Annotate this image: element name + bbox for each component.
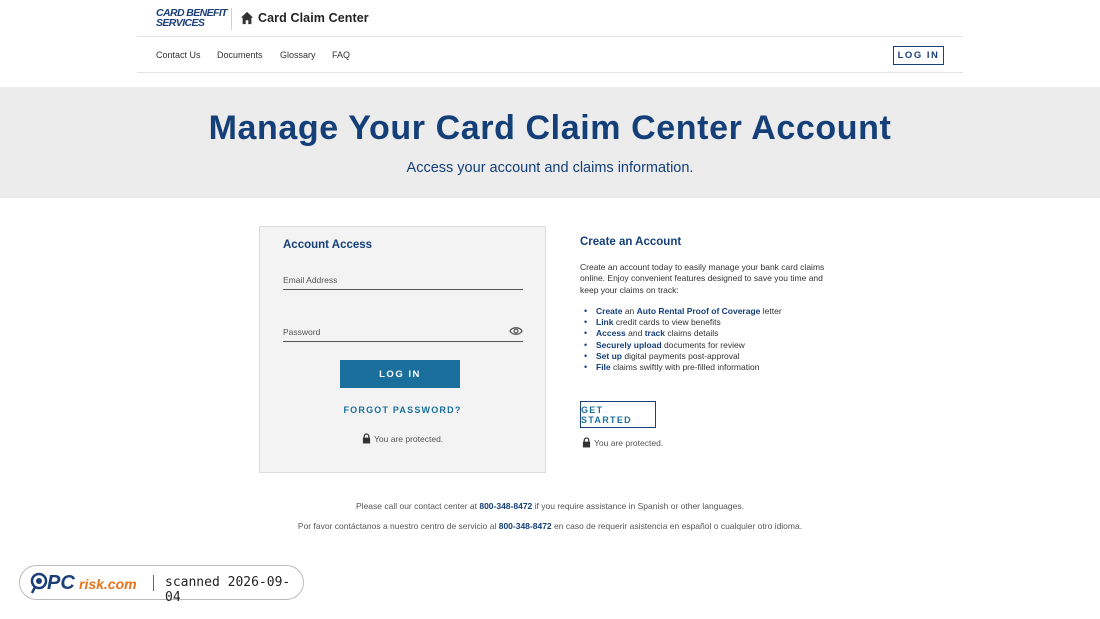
logo-divider xyxy=(231,8,232,30)
assistance-es-phone[interactable]: 800-348-8472 xyxy=(499,521,552,531)
feature-list: Create an Auto Rental Proof of Coverage … xyxy=(580,306,840,374)
home-icon xyxy=(240,11,254,25)
logo-line-2: SERVICES xyxy=(156,17,205,29)
password-field[interactable]: Password xyxy=(283,324,523,342)
assistance-english: Please call our contact center at 800-34… xyxy=(0,501,1100,511)
create-protected-text: You are protected. xyxy=(594,437,664,448)
assistance-en-text: Please call our contact center at xyxy=(356,501,480,511)
nav-glossary[interactable]: Glossary xyxy=(280,50,316,60)
feature-item: Set up digital payments post-approval xyxy=(580,351,840,363)
pcrisk-watermark: PC risk.com scanned 2026-09-04 xyxy=(19,565,304,605)
assistance-es-text: Por favor contáctanos a nuestro centro d… xyxy=(297,521,499,531)
feature-item: Create an Auto Rental Proof of Coverage … xyxy=(580,306,840,318)
watermark-separator xyxy=(153,575,154,591)
login-button[interactable]: LOG IN xyxy=(340,360,460,388)
create-protected-note: You are protected. xyxy=(582,437,663,448)
show-password-eye-icon[interactable] xyxy=(509,325,523,337)
get-started-button[interactable]: GET STARTED xyxy=(580,401,656,428)
nav-contact-us[interactable]: Contact Us xyxy=(156,50,201,60)
create-account-intro: Create an account today to easily manage… xyxy=(580,262,825,295)
login-protected-note: You are protected. xyxy=(362,433,443,444)
lock-icon xyxy=(582,437,591,448)
account-access-panel: Account Access Email Address Password LO… xyxy=(259,226,546,473)
assistance-spanish: Por favor contáctanos a nuestro centro d… xyxy=(0,521,1100,531)
feature-item: File claims swiftly with pre-filled info… xyxy=(580,362,840,374)
assistance-es-text-end: en caso de requerir asistencia en españo… xyxy=(551,521,803,531)
email-placeholder: Email Address xyxy=(283,275,338,285)
account-access-title: Account Access xyxy=(283,239,373,251)
login-protected-text: You are protected. xyxy=(374,433,444,444)
create-account-section: Create an Account Create an account toda… xyxy=(580,236,840,374)
forgot-password-link[interactable]: FORGOT PASSWORD? xyxy=(260,405,545,415)
lock-icon xyxy=(362,433,371,444)
header-login-button[interactable]: LOG IN xyxy=(893,46,944,65)
nav-documents[interactable]: Documents xyxy=(217,50,263,60)
feature-item: Access and track claims details xyxy=(580,328,840,340)
svg-text:risk.com: risk.com xyxy=(79,576,137,592)
password-placeholder: Password xyxy=(283,327,321,337)
create-account-title: Create an Account xyxy=(580,236,682,248)
svg-text:PC: PC xyxy=(47,572,75,594)
page-subtitle: Access your account and claims informati… xyxy=(406,160,694,176)
brand-title[interactable]: Card Claim Center xyxy=(258,11,369,25)
assistance-en-phone[interactable]: 800-348-8472 xyxy=(479,501,532,511)
hero-banner: Manage Your Card Claim Center Account Ac… xyxy=(0,87,1100,198)
feature-item: Securely upload documents for review xyxy=(580,340,840,352)
site-header: CARD BENEFIT SERVICES Card Claim Center xyxy=(137,0,963,37)
pcrisk-logo: PC risk.com xyxy=(30,572,137,594)
main-nav: Contact Us Documents Glossary FAQ LOG IN xyxy=(137,37,963,73)
card-benefit-services-logo[interactable]: CARD BENEFIT SERVICES xyxy=(156,8,228,29)
email-field[interactable]: Email Address xyxy=(283,272,523,290)
feature-item: Link credit cards to view benefits xyxy=(580,317,840,329)
assistance-en-text-end: if you require assistance in Spanish or … xyxy=(532,501,744,511)
nav-faq[interactable]: FAQ xyxy=(332,50,350,60)
page-title: Manage Your Card Claim Center Account xyxy=(208,109,892,147)
watermark-scan-date: scanned 2026-09-04 xyxy=(165,575,291,605)
